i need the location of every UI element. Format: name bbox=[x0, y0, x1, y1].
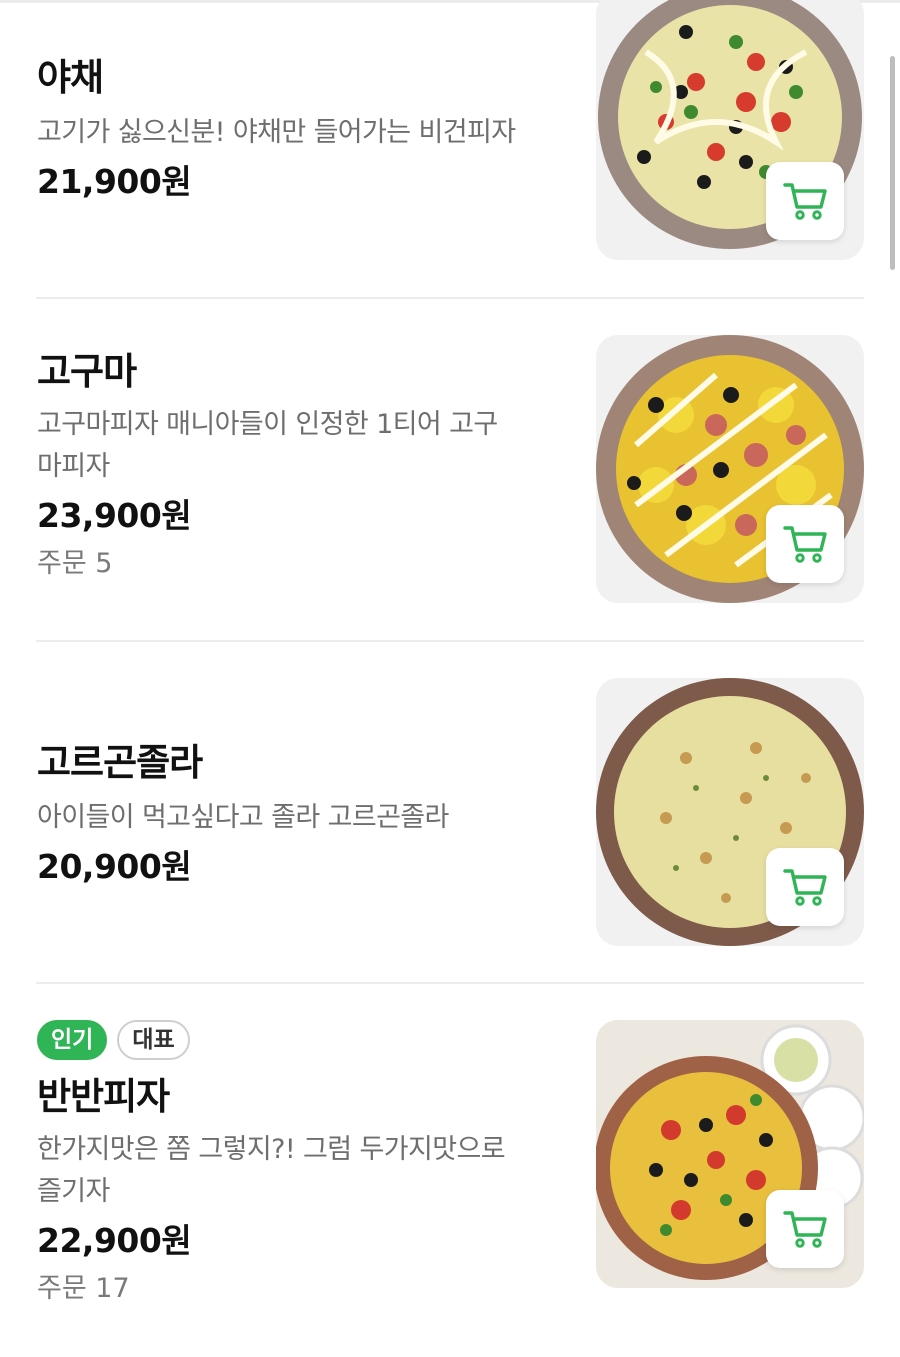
menu-item-name: 야채 bbox=[37, 56, 104, 99]
order-count: 주문 17 bbox=[37, 1272, 130, 1304]
add-to-cart-button[interactable] bbox=[766, 848, 844, 926]
menu-item-image[interactable] bbox=[596, 335, 864, 603]
menu-item-price: 23,900원 bbox=[37, 496, 192, 536]
menu-item-image[interactable] bbox=[596, 0, 864, 260]
signature-badge: 대표 bbox=[117, 1020, 190, 1060]
menu-item-description: 즐기자 bbox=[37, 1176, 110, 1208]
menu-item-info: 고르곤졸라 아이들이 먹고싶다고 졸라 고르곤졸라 20,900원 bbox=[37, 741, 557, 887]
menu-item-name: 고르곤졸라 bbox=[37, 741, 203, 784]
divider bbox=[36, 640, 864, 642]
menu-item-price: 21,900원 bbox=[37, 162, 192, 202]
menu-item-image[interactable] bbox=[596, 678, 864, 946]
menu-item-info: 고구마 고구마피자 매니아들이 인정한 1티어 고구 마피자 23,900원 주… bbox=[37, 350, 557, 580]
menu-item-description: 고구마피자 매니아들이 인정한 1티어 고구 bbox=[37, 409, 498, 441]
scrollbar[interactable] bbox=[890, 56, 895, 270]
add-to-cart-button[interactable] bbox=[766, 505, 844, 583]
menu-item-image[interactable] bbox=[596, 1020, 864, 1288]
menu-item-description: 아이들이 먹고싶다고 졸라 고르곤졸라 bbox=[37, 802, 449, 834]
menu-item-name: 고구마 bbox=[37, 350, 137, 393]
menu-item-description: 한가지맛은 쫌 그렇지?! 그럼 두가지맛으로 bbox=[37, 1134, 506, 1166]
menu-item-info: 반반피자 한가지맛은 쫌 그렇지?! 그럼 두가지맛으로 즐기자 22,900원… bbox=[37, 1075, 557, 1305]
menu-item-description: 마피자 bbox=[37, 451, 110, 483]
cart-icon bbox=[783, 1211, 827, 1248]
order-count: 주문 5 bbox=[37, 547, 113, 579]
menu-item-price: 20,900원 bbox=[37, 847, 192, 887]
menu-item-description: 고기가 싫으신분! 야채만 들어가는 비건피자 bbox=[37, 117, 516, 149]
add-to-cart-button[interactable] bbox=[766, 1190, 844, 1268]
popular-badge: 인기 bbox=[37, 1020, 108, 1060]
cart-icon bbox=[783, 526, 827, 563]
divider bbox=[36, 982, 864, 984]
menu-item-info: 야채 고기가 싫으신분! 야채만 들어가는 비건피자 21,900원 bbox=[37, 56, 557, 202]
cart-icon bbox=[783, 183, 827, 220]
add-to-cart-button[interactable] bbox=[766, 162, 844, 240]
menu-item-name: 반반피자 bbox=[37, 1075, 170, 1118]
menu-item-price: 22,900원 bbox=[37, 1221, 192, 1261]
badge-group: 인기 대표 bbox=[37, 1020, 190, 1060]
cart-icon bbox=[783, 869, 827, 906]
divider bbox=[36, 297, 864, 299]
